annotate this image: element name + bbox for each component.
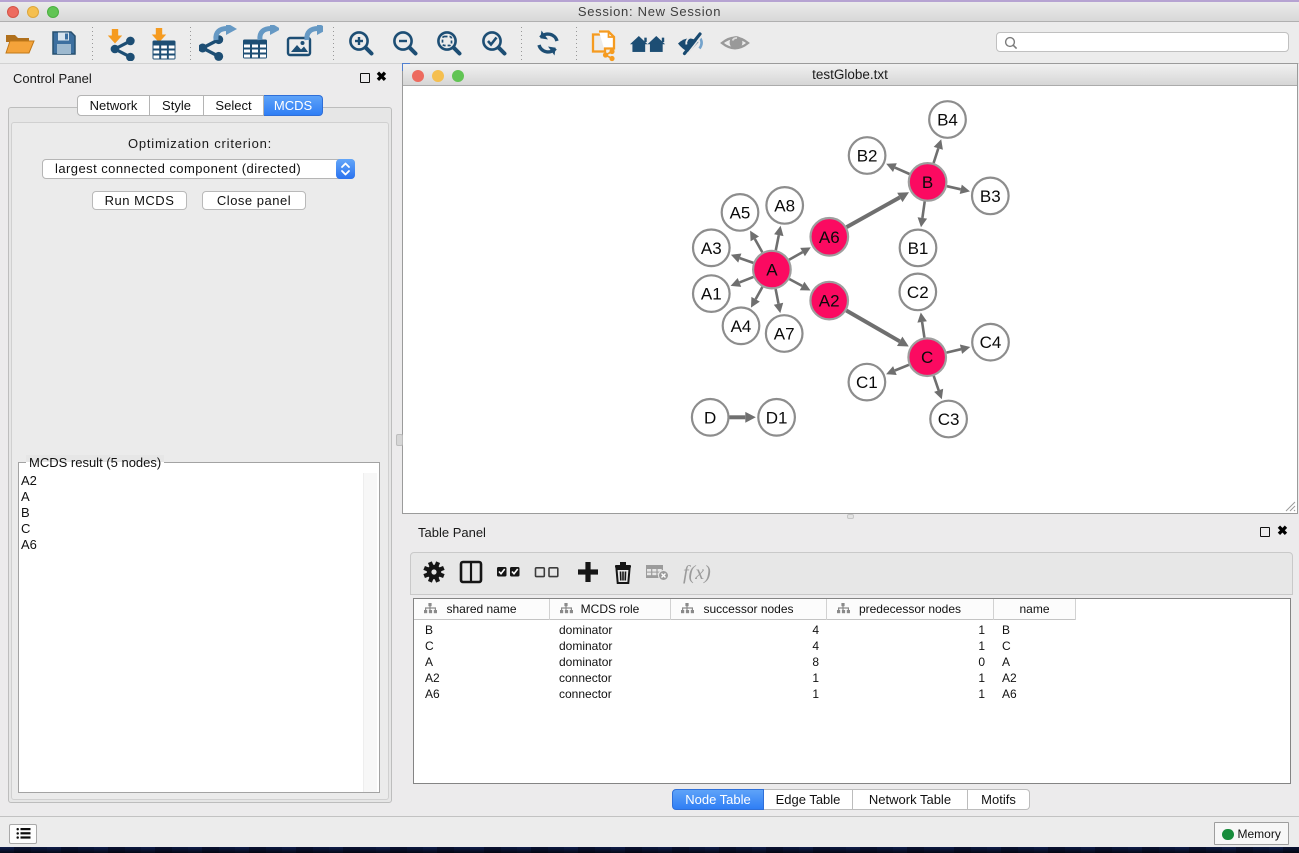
svg-text:D: D: [704, 408, 716, 427]
svg-text:A5: A5: [730, 203, 751, 222]
svg-text:B3: B3: [980, 187, 1001, 206]
svg-text:A2: A2: [819, 292, 840, 311]
svg-text:C2: C2: [907, 283, 929, 302]
svg-text:B1: B1: [908, 239, 929, 258]
svg-text:B2: B2: [857, 147, 878, 166]
svg-text:A1: A1: [701, 285, 722, 304]
svg-text:A3: A3: [701, 239, 722, 258]
svg-text:C: C: [921, 348, 933, 367]
svg-text:A6: A6: [819, 228, 840, 247]
svg-text:A4: A4: [731, 317, 752, 336]
svg-text:C3: C3: [938, 410, 960, 429]
svg-text:C4: C4: [980, 333, 1002, 352]
svg-text:D1: D1: [766, 408, 788, 427]
svg-text:A: A: [766, 261, 778, 280]
svg-text:A7: A7: [774, 325, 795, 344]
svg-text:B: B: [922, 173, 933, 192]
svg-text:f(x): f(x): [683, 562, 711, 584]
svg-text:A8: A8: [774, 196, 795, 215]
svg-text:C1: C1: [856, 373, 878, 392]
svg-text:B4: B4: [937, 111, 958, 130]
